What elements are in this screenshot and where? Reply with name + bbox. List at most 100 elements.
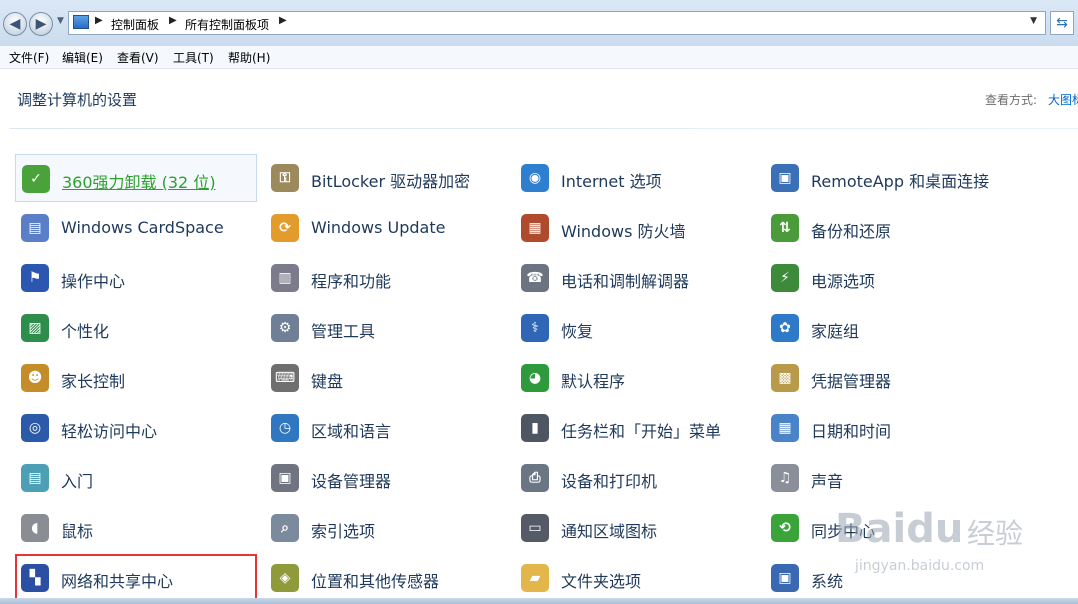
control-panel-item[interactable]: ⟲ 同步中心 [765,504,1007,552]
control-panel-item[interactable]: ▰ 文件夹选项 [515,554,757,602]
menu-edit[interactable]: 编辑(E) [62,49,103,66]
item-label: BitLocker 驱动器加密 [311,172,471,191]
control-panel-item[interactable]: ⇅ 备份和还原 [765,204,1007,252]
control-panel-item[interactable]: ▤ Windows CardSpace [15,204,257,252]
control-panel-item[interactable]: ▭ 通知区域图标 [515,504,757,552]
window-bottom-edge [0,598,1078,604]
address-dropdown-icon[interactable]: ▼ [1030,16,1037,26]
control-panel-item[interactable]: ⎙ 设备和打印机 [515,454,757,502]
control-panel-item[interactable]: ✿ 家庭组 [765,304,1007,352]
item-label: 家长控制 [61,372,126,391]
item-label: 鼠标 [61,522,94,541]
item-label: 程序和功能 [311,272,392,291]
control-panel-item[interactable]: ⌕ 索引选项 [265,504,507,552]
control-panel-item[interactable]: ⚙ 管理工具 [265,304,507,352]
backup-icon: ⇅ [771,214,799,242]
control-panel-item[interactable]: ♫ 声音 [765,454,1007,502]
breadcrumb-separator-icon[interactable]: ▶ [95,15,103,26]
control-panel-item[interactable]: ⌨ 键盘 [265,354,507,402]
control-panel-item[interactable]: ◈ 位置和其他传感器 [265,554,507,602]
phone-icon: ☎ [521,264,549,292]
control-panel-item[interactable]: ▩ 凭据管理器 [765,354,1007,402]
menu-tools[interactable]: 工具(T) [173,49,214,66]
item-label: 网络和共享中心 [61,572,174,591]
control-panel-item[interactable]: ▣ 设备管理器 [265,454,507,502]
forward-button[interactable]: ▶ [29,12,53,36]
system-icon: ▣ [771,564,799,592]
control-panel-item[interactable]: ▦ Windows 防火墙 [515,204,757,252]
control-panel-item[interactable]: ⚕ 恢复 [515,304,757,352]
flag-icon: ⚑ [21,264,49,292]
item-label: 电话和调制解调器 [561,272,690,291]
homegroup-icon: ✿ [771,314,799,342]
control-panel-item[interactable]: ✓ 360强力卸载 (32 位) [15,154,257,202]
control-panel-item[interactable]: ▣ 系统 [765,554,1007,602]
back-button[interactable]: ◀ [3,12,27,36]
speaker-icon: ♫ [771,464,799,492]
control-panel-item[interactable]: ▚ 网络和共享中心 [15,554,257,602]
device-manager-icon: ▣ [271,464,299,492]
item-label: 声音 [811,472,844,491]
credential-icon: ▩ [771,364,799,392]
item-label: 索引选项 [311,522,376,541]
index-icon: ⌕ [271,514,299,542]
control-panel-item[interactable]: ⚡ 电源选项 [765,254,1007,302]
item-label: Windows CardSpace [61,218,224,237]
breadcrumb-all-items[interactable]: 所有控制面板项 [185,16,269,33]
control-panel-item[interactable]: ⚑ 操作中心 [15,254,257,302]
control-panel-item[interactable]: ◕ 默认程序 [515,354,757,402]
control-panel-item[interactable]: ▮ 任务栏和「开始」菜单 [515,404,757,452]
item-label: 同步中心 [811,522,876,541]
region-icon: ◷ [271,414,299,442]
control-panel-item[interactable]: ▥ 程序和功能 [265,254,507,302]
item-label: 电源选项 [811,272,876,291]
control-panel-item[interactable]: ⟳ Windows Update [265,204,507,252]
menu-file[interactable]: 文件(F) [9,49,49,66]
control-panel-item[interactable]: ◉ Internet 选项 [515,154,757,202]
refresh-button[interactable]: ⇆ [1050,11,1074,35]
control-panel-item[interactable]: ◷ 区域和语言 [265,404,507,452]
default-programs-icon: ◕ [521,364,549,392]
location-icon: ◈ [271,564,299,592]
item-label: 操作中心 [61,272,126,291]
personalize-icon: ▨ [21,314,49,342]
recovery-icon: ⚕ [521,314,549,342]
item-label: 设备和打印机 [561,472,658,491]
control-panel-icon [73,15,89,29]
breadcrumb-separator-icon[interactable]: ▶ [169,15,177,26]
breadcrumb-control-panel[interactable]: 控制面板 [111,16,159,33]
item-label: 任务栏和「开始」菜单 [561,422,722,441]
control-panel-item[interactable]: ☎ 电话和调制解调器 [515,254,757,302]
getting-started-icon: ▤ [21,464,49,492]
view-by-dropdown[interactable]: 大图标 [1048,91,1078,108]
control-panel-item[interactable]: ▦ 日期和时间 [765,404,1007,452]
control-panel-item[interactable]: ▤ 入门 [15,454,257,502]
calendar-icon: ▦ [771,414,799,442]
globe-icon: ◉ [521,164,549,192]
item-label: 通知区域图标 [561,522,658,541]
item-label: 区域和语言 [311,422,392,441]
breadcrumb-separator-icon[interactable]: ▶ [279,15,287,26]
key-lock-icon: ⚿ [271,164,299,192]
parental-icon: ☻ [21,364,49,392]
control-panel-item[interactable]: ☻ 家长控制 [15,354,257,402]
item-label: 入门 [61,472,94,491]
firewall-icon: ▦ [521,214,549,242]
menu-view[interactable]: 查看(V) [117,49,159,66]
uninstall-icon: ✓ [22,165,50,193]
address-bar[interactable]: ▶ 控制面板 ▶ 所有控制面板项 ▶ ▼ [68,11,1046,35]
control-panel-item[interactable]: ⚿ BitLocker 驱动器加密 [265,154,507,202]
recent-pages-dropdown-icon[interactable]: ▼ [57,16,64,26]
menu-help[interactable]: 帮助(H) [228,49,270,66]
control-panel-item[interactable]: ◎ 轻松访问中心 [15,404,257,452]
control-panel-item[interactable]: ◖ 鼠标 [15,504,257,552]
taskbar-icon: ▮ [521,414,549,442]
control-panel-item[interactable]: ▨ 个性化 [15,304,257,352]
control-panel-item[interactable]: ▣ RemoteApp 和桌面连接 [765,154,1007,202]
item-label: Windows Update [311,218,446,237]
item-label: RemoteApp 和桌面连接 [811,172,990,191]
ease-access-icon: ◎ [21,414,49,442]
cardspace-icon: ▤ [21,214,49,242]
windows-update-icon: ⟳ [271,214,299,242]
header-divider [10,128,1078,129]
